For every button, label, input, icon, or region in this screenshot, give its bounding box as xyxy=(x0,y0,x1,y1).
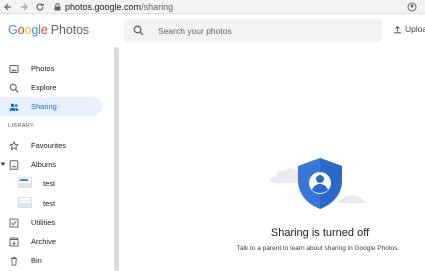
photo-icon xyxy=(8,63,19,74)
search-input[interactable] xyxy=(158,25,358,36)
search-icon xyxy=(8,82,19,93)
back-arrow-icon xyxy=(4,3,11,10)
google-photos-logo[interactable]: Google Photos xyxy=(8,23,89,37)
account-icon[interactable] xyxy=(407,2,417,12)
reload-button[interactable] xyxy=(32,0,48,14)
logo-letter: G xyxy=(8,23,18,37)
people-icon xyxy=(8,101,19,112)
forward-button[interactable] xyxy=(16,0,32,14)
sidebar-item-label: Sharing xyxy=(31,102,57,111)
browser-toolbar: photos.google.com/sharing xyxy=(0,0,425,14)
upload-icon xyxy=(394,25,401,33)
logo-letter: e xyxy=(40,23,48,37)
lock-icon xyxy=(54,3,61,11)
sidebar-item-bin[interactable]: Bin xyxy=(0,251,102,270)
sidebar-item-archive[interactable]: Archive xyxy=(0,232,102,251)
bin-icon xyxy=(8,255,19,266)
sidebar-item-explore[interactable]: Explore xyxy=(0,78,102,97)
logo-product: Photos xyxy=(50,23,90,37)
upload-label: Upload xyxy=(405,24,425,34)
url-path: /sharing xyxy=(141,2,174,12)
sidebar-item-sharing[interactable]: Sharing xyxy=(0,97,102,116)
library-section-label: LIBRARY xyxy=(8,123,35,129)
search-icon[interactable] xyxy=(133,25,144,36)
app-header: GooglePhotos Upload xyxy=(0,14,425,47)
sidebar-item-label: Favourites xyxy=(31,141,67,150)
sidebar-item-favourites[interactable]: Favourites xyxy=(0,136,102,155)
sidebar-item-photos[interactable]: Photos xyxy=(0,59,102,78)
sidebar-item-albums[interactable]: Albums xyxy=(0,155,102,174)
sidebar: Photos Explore Sharing LIBRARY Favourite… xyxy=(0,47,114,271)
address-bar[interactable]: photos.google.com/sharing xyxy=(54,0,173,14)
search-bar[interactable] xyxy=(124,19,382,42)
album-thumbnail[interactable] xyxy=(18,177,32,188)
empty-state-title: Sharing is turned off xyxy=(270,227,370,239)
sidebar-item-label: Albums xyxy=(31,160,57,169)
sidebar-item-label: Utilities xyxy=(31,218,56,227)
sidebar-item-label: Archive xyxy=(31,237,57,246)
reload-icon xyxy=(36,2,44,11)
sidebar-item-label: Bin xyxy=(31,256,42,265)
back-button[interactable] xyxy=(0,0,16,14)
sidebar-item-label: Photos xyxy=(31,64,55,73)
sharing-off-shield-illustration xyxy=(270,158,366,209)
album-label[interactable]: test xyxy=(43,199,55,208)
url-host: photos.google.com xyxy=(65,2,142,12)
utilities-icon xyxy=(8,217,19,228)
sidebar-scrollbar[interactable] xyxy=(114,47,119,271)
album-thumbnail[interactable] xyxy=(18,197,32,208)
empty-state-subtitle: Talk to a parent to learn about sharing … xyxy=(236,245,400,252)
sidebar-item-label: Explore xyxy=(31,83,57,92)
upload-button[interactable]: Upload xyxy=(393,24,425,34)
archive-icon xyxy=(8,236,19,247)
forward-arrow-icon xyxy=(21,3,28,10)
sidebar-item-utilities[interactable]: Utilities xyxy=(0,213,102,232)
album-icon xyxy=(8,159,19,170)
star-icon xyxy=(8,140,19,151)
album-thumb-bar xyxy=(20,179,28,181)
album-label[interactable]: test xyxy=(43,179,55,188)
